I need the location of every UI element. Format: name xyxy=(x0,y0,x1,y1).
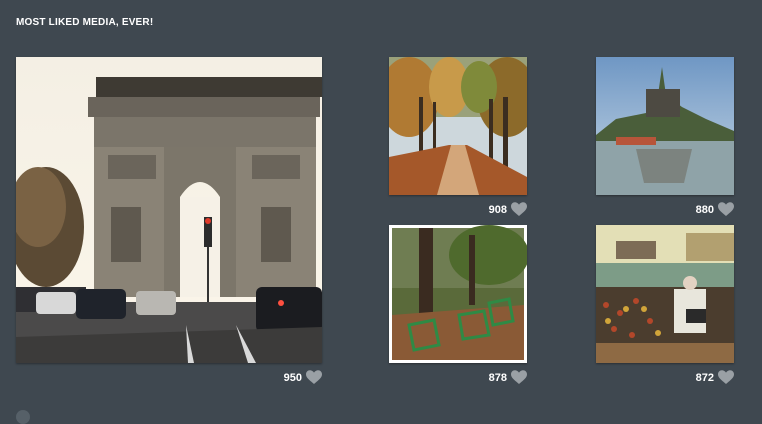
heart-icon[interactable] xyxy=(718,202,734,217)
media-tile[interactable]: 950 xyxy=(16,57,322,387)
partial-avatar xyxy=(16,410,30,424)
media-photo-autumn-tree-alley[interactable] xyxy=(389,57,527,195)
media-photo-park-green-chairs[interactable] xyxy=(389,225,527,363)
media-tile[interactable]: 908 xyxy=(389,57,527,219)
like-count-value: 880 xyxy=(695,203,714,216)
media-tile[interactable]: 878 xyxy=(389,225,527,387)
like-count: 908 xyxy=(489,202,527,217)
heart-icon[interactable] xyxy=(718,370,734,385)
like-count: 880 xyxy=(696,202,734,217)
like-count-value: 950 xyxy=(283,371,302,384)
media-tile[interactable]: 872 xyxy=(596,225,734,387)
media-photo-love-locks-bridge[interactable] xyxy=(596,225,734,363)
media-photo-arc-de-triomphe[interactable] xyxy=(16,57,322,363)
like-count-value: 878 xyxy=(488,371,507,384)
like-count-value: 872 xyxy=(695,371,714,384)
like-count: 878 xyxy=(489,370,527,385)
heart-icon[interactable] xyxy=(511,370,527,385)
section-title: MOST LIKED MEDIA, EVER! xyxy=(16,17,154,28)
heart-icon[interactable] xyxy=(511,202,527,217)
like-count-value: 908 xyxy=(488,203,507,216)
heart-icon[interactable] xyxy=(306,370,322,385)
media-tile[interactable]: 880 xyxy=(596,57,734,219)
like-count: 872 xyxy=(696,370,734,385)
media-photo-mont-saint-michel[interactable] xyxy=(596,57,734,195)
like-count: 950 xyxy=(284,370,322,385)
